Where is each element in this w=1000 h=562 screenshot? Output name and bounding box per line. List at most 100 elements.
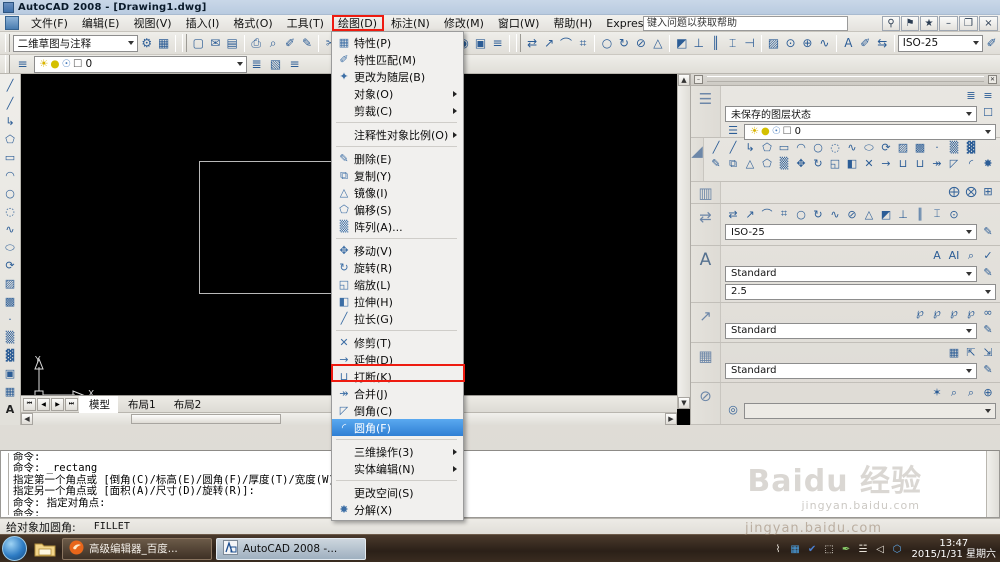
search-icon[interactable]: ⚲ (882, 16, 900, 31)
tab-layout1[interactable]: 布局1 (118, 396, 164, 413)
menu-item-rotate[interactable]: ↻ 旋转(R) (332, 259, 463, 276)
gradient-tool[interactable]: ▓ (2, 347, 19, 364)
dimjogged-button[interactable]: ↻ (615, 34, 632, 53)
text-tool-0[interactable]: A (929, 248, 945, 264)
scroll-left-button[interactable]: ◀ (21, 413, 33, 425)
draw-tool-12[interactable]: ▩ (912, 140, 928, 156)
menu-help[interactable]: 帮助(H) (546, 14, 599, 32)
layer-state-combo[interactable]: 未保存的图层状态 (725, 105, 977, 122)
draw-tool-1[interactable]: ╱ (725, 140, 741, 156)
draw-tool-3[interactable]: ⬠ (759, 140, 775, 156)
layer-freeze-icon[interactable]: ● (761, 126, 770, 137)
properties-button[interactable]: ≡ (489, 34, 506, 53)
nav-tool-0[interactable]: ✶ (929, 385, 945, 401)
app-tray-icon-4[interactable]: ✒ (840, 543, 853, 556)
workspace-settings-button[interactable]: ⚙ (138, 34, 155, 53)
dim-tool-0[interactable]: ⇄ (725, 206, 741, 222)
dimtolerance-button[interactable]: ⊣ (741, 34, 758, 53)
canvas-vertical-scrollbar[interactable]: ▲ ▼ (677, 74, 690, 409)
workspace-combo[interactable]: 二维草图与注释 (12, 34, 139, 52)
table-tool-1[interactable]: ⇱ (963, 345, 979, 361)
dimaligned-button[interactable]: ↗ (541, 34, 558, 53)
dashboard-minimize-button[interactable]: – (694, 74, 703, 84)
nav-tool-2[interactable]: ⌕ (963, 385, 979, 401)
navigate-target-icon[interactable]: ◎ (725, 402, 741, 418)
layer-state-manager-button[interactable]: ≣ (963, 88, 979, 104)
mleaderstyle-edit-button[interactable]: ✎ (980, 322, 996, 338)
mleader-tool-0[interactable]: ℘ (912, 305, 928, 321)
text-tool-2[interactable]: ⌕ (963, 248, 979, 264)
layer-freeze-icon[interactable]: ● (50, 58, 59, 70)
point-tool[interactable]: · (2, 311, 19, 328)
modify-tool-13[interactable]: ↠ (929, 156, 945, 172)
dimcontinue-button[interactable]: ⊥ (690, 34, 707, 53)
nav-tool-3[interactable]: ⊕ (980, 385, 996, 401)
draw-tool-2[interactable]: ↳ (742, 140, 758, 156)
taskbar-clock[interactable]: 13:47 2015/1/31 星期六 (912, 538, 996, 560)
menu-draw[interactable]: 绘图(D) (331, 14, 384, 32)
layer-combo[interactable]: ☀ ● ☉ ☐ 0 (34, 55, 247, 73)
taskbar-item-browser[interactable]: 高级编辑器_百度... (62, 537, 212, 560)
dimradius-button[interactable]: ○ (598, 34, 615, 53)
modify-tool-5[interactable]: ✥ (793, 156, 809, 172)
dim-tool-2[interactable]: ⌒ (759, 206, 775, 222)
menu-item-match-properties[interactable]: ✐ 特性匹配(M) (332, 51, 463, 68)
command-scrollbar[interactable] (986, 451, 999, 517)
menu-item-properties[interactable]: ▦ 特性(P) (332, 34, 463, 51)
menu-item-3d-operation[interactable]: 三维操作(3) (332, 443, 463, 460)
dimjogline-button[interactable]: ∿ (816, 34, 833, 53)
textstyle-edit-button[interactable]: ✎ (980, 265, 996, 281)
diminspect-button[interactable]: ⊕ (799, 34, 816, 53)
menu-item-move[interactable]: ✥ 移动(V) (332, 242, 463, 259)
modify-tool-8[interactable]: ◧ (844, 156, 860, 172)
open-button[interactable]: ✉ (207, 34, 224, 53)
draw-tool-5[interactable]: ◠ (793, 140, 809, 156)
tablestyle-edit-button[interactable]: ✎ (980, 362, 996, 378)
menu-item-chamfer[interactable]: ◸ 倒角(C) (332, 402, 463, 419)
layer-lock-icon[interactable]: ☉ (62, 58, 71, 70)
dim-tool-1[interactable]: ↗ (742, 206, 758, 222)
menu-item-clip[interactable]: 剪裁(C) (332, 102, 463, 119)
multileader-icon[interactable]: ↗ (691, 302, 721, 342)
menu-item-explode[interactable]: ✸ 分解(X) (332, 501, 463, 518)
dim-tool-11[interactable]: ║ (912, 206, 928, 222)
menu-item-scale[interactable]: ◱ 缩放(L) (332, 276, 463, 293)
dim-tool-7[interactable]: ⊘ (844, 206, 860, 222)
text-tool-1[interactable]: AI (946, 248, 962, 264)
dimension-icon[interactable]: ⇄ (691, 204, 721, 245)
annscale-tool-0[interactable]: ⨁ (946, 184, 962, 200)
hatch-tool[interactable]: ▒ (2, 329, 19, 346)
plot-preview-button[interactable]: ⌕ (265, 34, 282, 53)
save-button[interactable]: ▤ (224, 34, 241, 53)
annscale-tool-1[interactable]: ⨂ (963, 184, 979, 200)
menu-item-lengthen[interactable]: ╱ 拉长(G) (332, 310, 463, 327)
menu-item-offset[interactable]: ⬠ 偏移(S) (332, 201, 463, 218)
dim-tool-6[interactable]: ∿ (827, 206, 843, 222)
menu-item-trim[interactable]: ✕ 修剪(T) (332, 334, 463, 351)
taskbar-item-autocad[interactable]: AutoCAD 2008 -... (216, 537, 366, 560)
draw-tool-8[interactable]: ∿ (844, 140, 860, 156)
ellipse-tool[interactable]: ⬭ (2, 239, 19, 256)
3dprint-button[interactable]: ✎ (299, 34, 316, 53)
dimcenter-button[interactable]: ▨ (765, 34, 782, 53)
menu-item-mirror[interactable]: △ 镜像(I) (332, 184, 463, 201)
modify-tool-7[interactable]: ◱ (827, 156, 843, 172)
arc-tool[interactable]: ◠ (2, 167, 19, 184)
dimbreak-button[interactable]: ⌶ (724, 34, 741, 53)
nav-tool-1[interactable]: ⌕ (946, 385, 962, 401)
scroll-down-button[interactable]: ▼ (678, 397, 690, 409)
draw-tool-7[interactable]: ◌ (827, 140, 843, 156)
modify-tool-15[interactable]: ◜ (963, 156, 979, 172)
layer-make-current-button[interactable]: ▧ (266, 55, 285, 74)
new-button[interactable]: ▢ (190, 34, 207, 53)
layer-states-button[interactable]: ≡ (285, 55, 304, 74)
menu-item-object[interactable]: 对象(O) (332, 85, 463, 102)
modify-tool-9[interactable]: ✕ (861, 156, 877, 172)
draw-tool-0[interactable]: ╱ (708, 140, 724, 156)
tab-last-button[interactable]: ⏭ (65, 397, 78, 411)
dimspace-button[interactable]: ║ (707, 34, 724, 53)
layer-properties-button[interactable]: ≡ (13, 55, 32, 74)
draw-2d-icon[interactable]: ◢ (691, 137, 704, 181)
dimlinear-button[interactable]: ⇄ (524, 34, 541, 53)
app-tray-icon-3[interactable]: ⬚ (823, 543, 836, 556)
